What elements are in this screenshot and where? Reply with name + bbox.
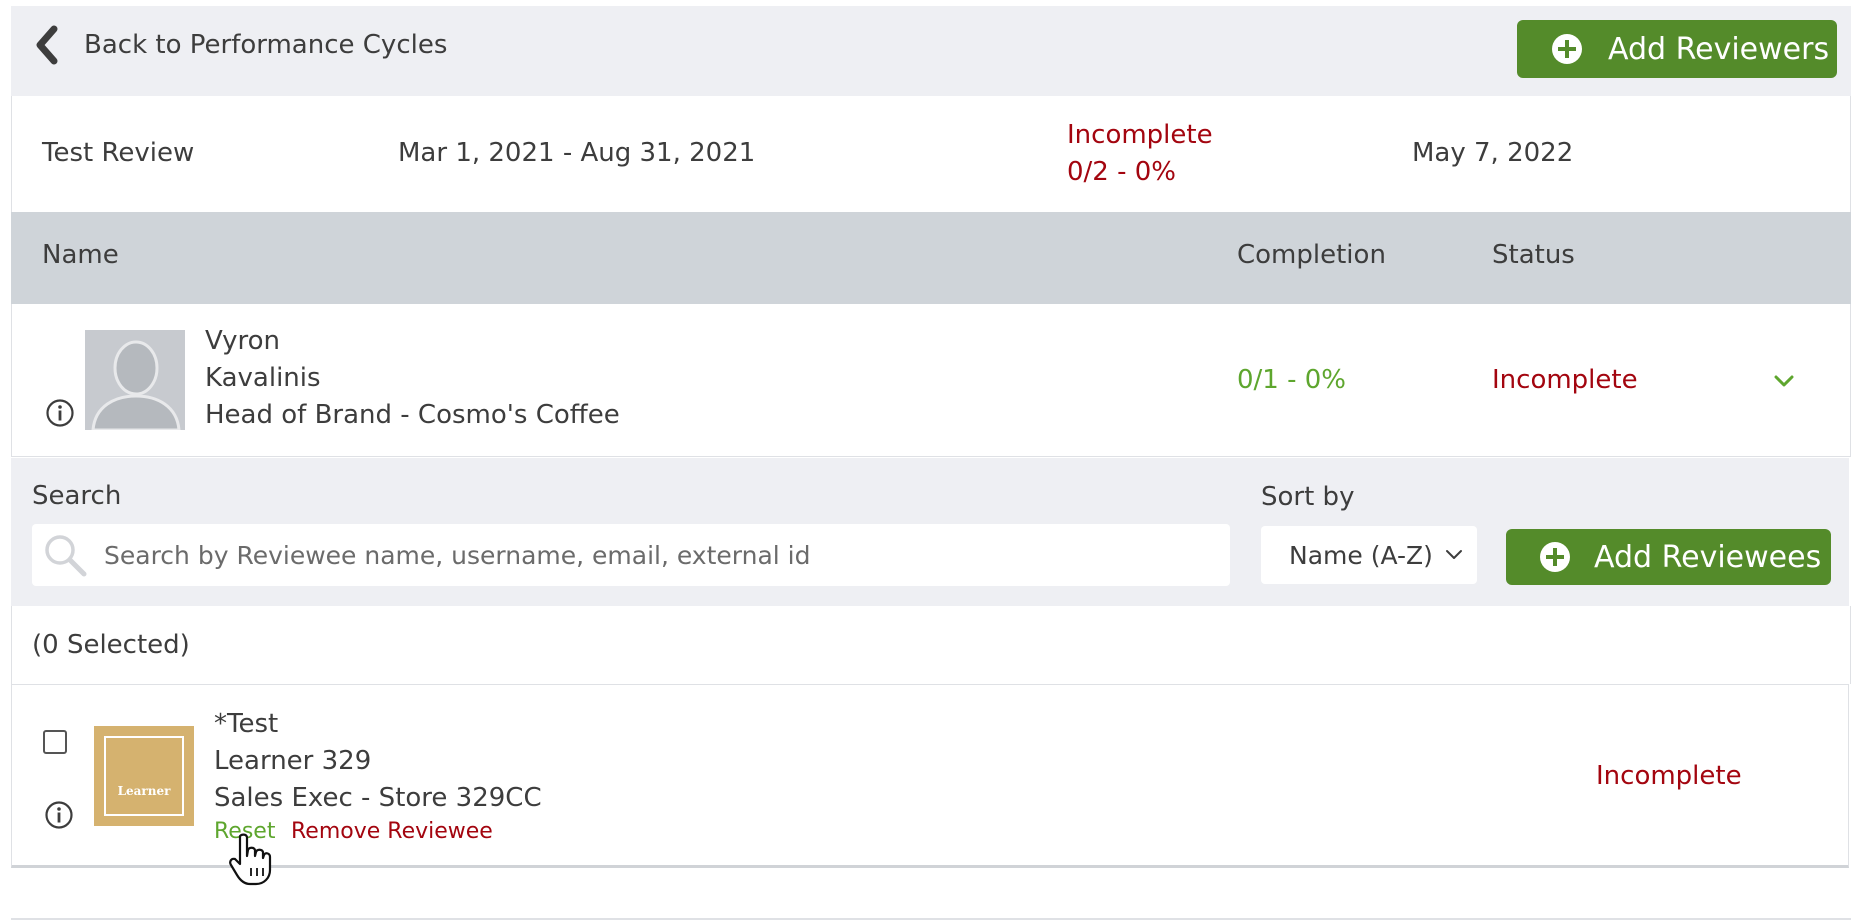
reviewer-title: Head of Brand - Cosmo's Coffee [205,400,620,430]
add-reviewers-label: Add Reviewers [1608,31,1830,67]
add-reviewees-label: Add Reviewees [1594,539,1822,575]
search-icon [45,535,87,577]
back-link-label: Back to Performance Cycles [84,30,448,60]
column-header-completion[interactable]: Completion [1237,240,1386,270]
avatar [85,330,185,430]
plus-circle-icon [1540,542,1570,572]
plus-circle-icon [1552,34,1582,64]
search-input[interactable] [102,539,1206,571]
cycle-info-row [11,96,1851,212]
cycle-date-range: Mar 1, 2021 - Aug 31, 2021 [398,138,756,168]
sort-by-label: Sort by [1261,482,1355,512]
reviewee-select-checkbox[interactable] [43,730,67,754]
column-header-name[interactable]: Name [42,240,119,270]
cycle-status: Incomplete [1067,120,1213,150]
selection-summary-row [11,606,1851,684]
reviewer-completion: 0/1 - 0% [1237,365,1347,395]
reset-link[interactable]: Reset [214,819,275,844]
reviewee-last-name: Learner 329 [214,746,372,776]
reviewer-status: Incomplete [1492,365,1638,395]
reviewer-first-name: Vyron [205,326,280,356]
sort-selected-value: Name (A-Z) [1289,540,1433,570]
chevron-down-icon[interactable] [1772,370,1796,392]
sort-by-select[interactable]: Name (A-Z) [1261,526,1477,584]
avatar-logo-text: Learner [117,784,171,798]
chevron-down-icon [1446,550,1462,559]
selected-count: (0 Selected) [32,630,190,660]
default-avatar-silhouette-icon [85,330,185,430]
remove-reviewee-link[interactable]: Remove Reviewee [291,819,493,844]
reviewee-first-name: *Test [214,709,279,739]
search-box[interactable] [32,524,1230,586]
avatar: Learner [94,726,194,826]
avatar-frame [104,736,184,816]
cycle-name: Test Review [42,138,195,168]
add-reviewees-button[interactable]: Add Reviewees [1506,529,1831,585]
search-label: Search [32,481,122,511]
reviewee-row[interactable] [11,684,1849,868]
table-header [11,212,1851,304]
info-icon[interactable] [45,398,75,428]
cycle-due-date: May 7, 2022 [1412,138,1574,168]
reviewer-last-name: Kavalinis [205,363,321,393]
info-icon[interactable] [44,800,74,830]
back-to-performance-cycles-link[interactable]: Back to Performance Cycles [32,24,447,66]
chevron-left-icon [36,25,58,65]
column-header-status[interactable]: Status [1492,240,1575,270]
divider [11,918,1851,920]
cycle-progress: 0/2 - 0% [1067,157,1177,187]
reviewee-title: Sales Exec - Store 329CC [214,783,542,813]
add-reviewers-button[interactable]: Add Reviewers [1517,20,1837,78]
reviewee-status: Incomplete [1596,761,1742,791]
